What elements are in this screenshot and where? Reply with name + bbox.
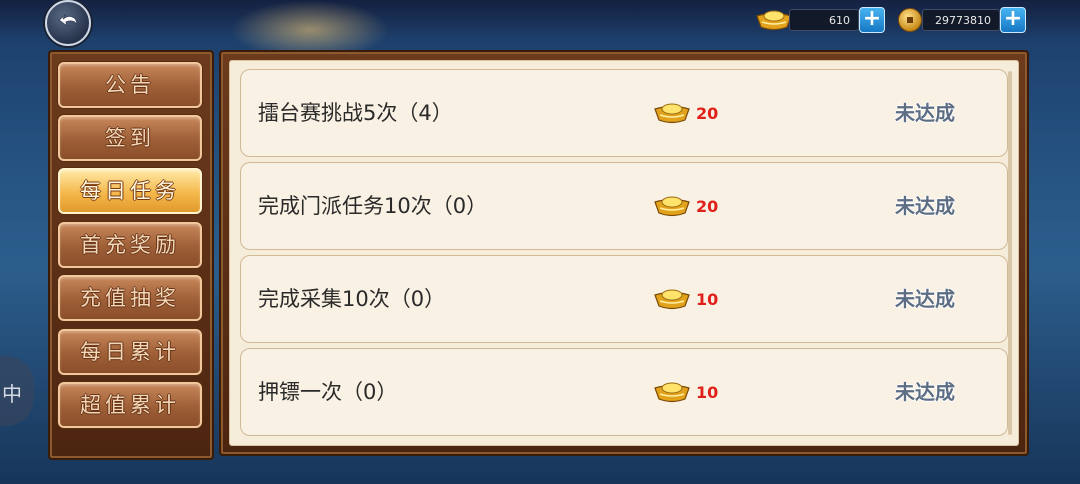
task-row: 完成门派任务10次（0） 20 未达成 <box>240 162 1008 250</box>
task-list-scrollbar[interactable] <box>1008 71 1012 435</box>
gold-ingot-icon <box>756 10 792 31</box>
task-list[interactable]: 擂台赛挑战5次（4） 20 未达成 完成门派任务10次（0） 20 未达成 完成… <box>229 60 1019 446</box>
floating-assist-button[interactable]: 中 <box>0 356 34 426</box>
menu-item-first-recharge[interactable]: 首充奖励 <box>58 222 202 268</box>
task-status: 未达成 <box>895 287 955 311</box>
coin-amount: 29773810 <box>922 9 1000 31</box>
task-title: 押镖一次（0） <box>258 380 398 404</box>
gold-ingot-icon <box>654 196 690 217</box>
menu-item-daily-tasks[interactable]: 每日任务 <box>58 168 202 214</box>
reward-amount: 20 <box>696 104 719 123</box>
task-title: 完成采集10次（0） <box>258 287 446 311</box>
add-gold-ingot-button[interactable]: + <box>859 7 885 33</box>
task-status: 未达成 <box>895 380 955 404</box>
gold-ingot-icon <box>654 103 690 124</box>
menu-item-announcement[interactable]: 公告 <box>58 62 202 108</box>
task-panel: 擂台赛挑战5次（4） 20 未达成 完成门派任务10次（0） 20 未达成 完成… <box>219 50 1029 456</box>
activity-menu: 公告 签到 每日任务 首充奖励 充值抽奖 每日累计 超值累计 <box>48 50 214 460</box>
reward-amount: 10 <box>696 383 719 402</box>
menu-item-sign-in[interactable]: 签到 <box>58 115 202 161</box>
task-title: 擂台赛挑战5次（4） <box>258 101 453 125</box>
task-row: 押镖一次（0） 10 未达成 <box>240 348 1008 436</box>
gold-ingot-icon <box>654 289 690 310</box>
task-row: 擂台赛挑战5次（4） 20 未达成 <box>240 69 1008 157</box>
gold-ingot-icon <box>654 382 690 403</box>
menu-item-value-cumulative[interactable]: 超值累计 <box>58 382 202 428</box>
reward-amount: 20 <box>696 197 719 216</box>
menu-item-recharge-lottery[interactable]: 充值抽奖 <box>58 275 202 321</box>
task-title: 完成门派任务10次（0） <box>258 194 488 218</box>
back-arrow-icon <box>58 13 78 28</box>
task-row: 完成采集10次（0） 10 未达成 <box>240 255 1008 343</box>
reward-amount: 10 <box>696 290 719 309</box>
back-button[interactable] <box>45 0 91 46</box>
add-coin-button[interactable]: + <box>1000 7 1026 33</box>
gold-ingot-currency: 610 + <box>755 7 887 33</box>
floating-glyph: 中 <box>2 382 22 406</box>
task-status: 未达成 <box>895 194 955 218</box>
menu-item-daily-cumulative[interactable]: 每日累计 <box>58 329 202 375</box>
task-status: 未达成 <box>895 101 955 125</box>
coin-currency: 29773810 + <box>898 7 1028 33</box>
copper-coin-icon <box>898 8 922 32</box>
gold-ingot-amount: 610 <box>789 9 859 31</box>
